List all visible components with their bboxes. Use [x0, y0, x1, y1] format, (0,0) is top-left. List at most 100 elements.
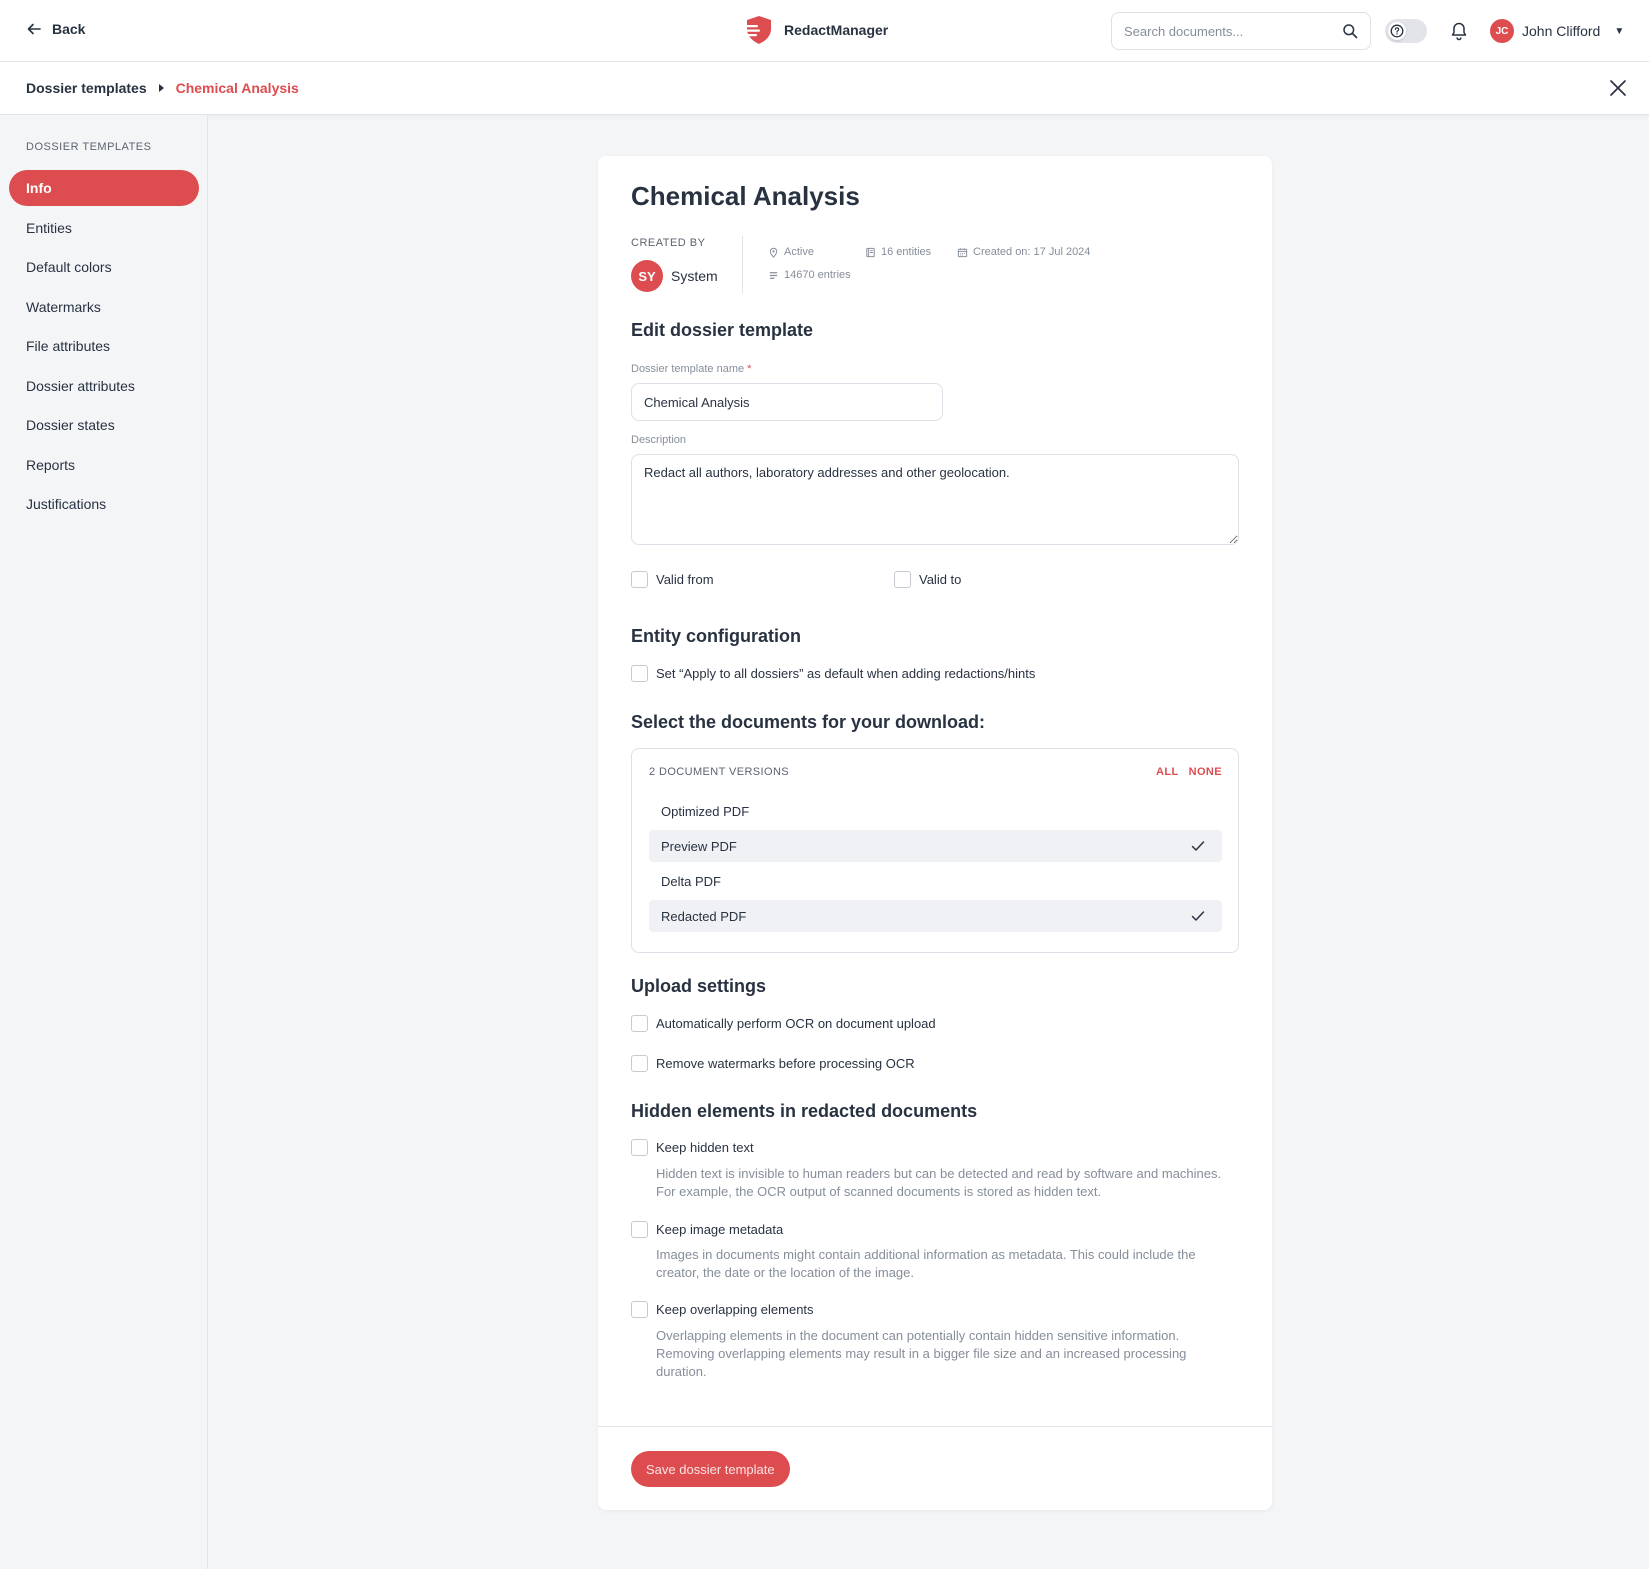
sidebar-item-default-colors[interactable]: Default colors: [9, 249, 199, 285]
sidebar-title: DOSSIER TEMPLATES: [26, 141, 152, 153]
sidebar-item-info[interactable]: Info: [9, 170, 199, 206]
version-label: Redacted PDF: [661, 908, 747, 924]
sidebar-item-dossier-states[interactable]: Dossier states: [9, 407, 199, 443]
checkbox-box[interactable]: [631, 571, 648, 588]
help-mode-toggle[interactable]: [1385, 19, 1427, 43]
caret-down-icon: ▼: [1614, 25, 1625, 37]
brand-logo-icon: [745, 16, 771, 44]
brand[interactable]: RedactManager: [744, 15, 888, 45]
brand-name: RedactManager: [784, 22, 889, 38]
back-button[interactable]: Back: [26, 21, 85, 37]
template-name-input[interactable]: [631, 383, 943, 421]
calendar-icon: [957, 247, 968, 257]
user-name: John Clifford: [1522, 23, 1601, 39]
remove-watermarks-checkbox[interactable]: Remove watermarks before processing OCR: [631, 1055, 915, 1072]
image-metadata-help: Images in documents might contain additi…: [656, 1247, 1196, 1280]
valid-to-label: Valid to: [919, 572, 962, 587]
sidebar-item-label: Default colors: [26, 259, 112, 275]
sidebar-item-label: Entities: [26, 219, 72, 236]
keep-overlapping-label: Keep overlapping elements: [656, 1302, 814, 1317]
versions-count: 2 DOCUMENT VERSIONS: [649, 766, 790, 778]
checkbox-box[interactable]: [631, 1055, 648, 1072]
page-title: Chemical Analysis: [631, 181, 860, 211]
status-meta: Active: [768, 246, 814, 258]
sidebar-item-file-attributes[interactable]: File attributes: [9, 328, 199, 364]
sidebar-item-label: Dossier attributes: [26, 377, 135, 394]
sidebar-item-label: Watermarks: [26, 298, 101, 315]
version-preview-pdf[interactable]: Preview PDF: [649, 830, 1222, 862]
sidebar-item-dossier-attributes[interactable]: Dossier attributes: [9, 368, 199, 404]
download-section-title: Select the documents for your download:: [631, 712, 986, 732]
apply-all-dossiers-checkbox[interactable]: Set “Apply to all dossiers” as default w…: [631, 665, 1035, 682]
card-footer-divider: [598, 1426, 1272, 1427]
description-textarea[interactable]: Redact all authors, laboratory addresses…: [631, 454, 1239, 545]
close-icon[interactable]: [1608, 78, 1628, 98]
sidebar-item-label: Justifications: [26, 496, 107, 512]
version-redacted-pdf[interactable]: Redacted PDF: [649, 900, 1222, 932]
checkbox-box[interactable]: [631, 1015, 648, 1032]
name-field-label: Dossier template name *: [631, 363, 751, 375]
auto-ocr-checkbox[interactable]: Automatically perform OCR on document up…: [631, 1015, 936, 1032]
hidden-section-title: Hidden elements in redacted documents: [631, 1101, 978, 1121]
search-input[interactable]: [1124, 23, 1342, 39]
download-versions-box: 2 DOCUMENT VERSIONS ALL NONE Optimized P…: [631, 748, 1239, 953]
version-label: Delta PDF: [661, 873, 721, 889]
breadcrumb-arrow-icon: [158, 84, 164, 92]
checkbox-box[interactable]: [631, 665, 648, 682]
location-pin-icon: [769, 247, 778, 258]
valid-to-checkbox[interactable]: Valid to: [894, 571, 961, 588]
breadcrumb-dossier-templates[interactable]: Dossier templates: [26, 80, 147, 96]
breadcrumb-current[interactable]: Chemical Analysis: [176, 80, 299, 96]
remove-watermarks-label: Remove watermarks before processing OCR: [656, 1056, 915, 1071]
select-all-button[interactable]: ALL: [1156, 766, 1179, 778]
created-on-text: Created on: 17 Jul 2024: [973, 246, 1091, 258]
apply-all-label: Set “Apply to all dossiers” as default w…: [656, 666, 1036, 681]
arrow-left-icon: [27, 23, 41, 35]
keep-hidden-text-label: Keep hidden text: [656, 1140, 754, 1155]
keep-overlapping-checkbox[interactable]: Keep overlapping elements: [631, 1301, 814, 1318]
checkbox-box[interactable]: [631, 1221, 648, 1238]
creator-avatar: SY: [631, 260, 663, 292]
overlapping-help: Overlapping elements in the document can…: [656, 1328, 1187, 1379]
description-label: Description: [631, 434, 687, 446]
sidebar-item-watermarks[interactable]: Watermarks: [9, 289, 199, 325]
user-menu[interactable]: JC John Clifford ▼: [1490, 19, 1624, 43]
user-avatar: JC: [1490, 19, 1514, 43]
sidebar-item-justifications[interactable]: Justifications: [9, 486, 199, 522]
search-icon[interactable]: [1342, 23, 1358, 39]
help-circle-icon: [1390, 24, 1404, 38]
status-text: Active: [784, 246, 814, 258]
select-none-button[interactable]: NONE: [1189, 766, 1222, 778]
keep-hidden-text-checkbox[interactable]: Keep hidden text: [631, 1139, 754, 1156]
sidebar-item-label: Dossier states: [26, 417, 115, 433]
version-label: Optimized PDF: [661, 803, 750, 819]
save-dossier-template-button[interactable]: Save dossier template: [631, 1451, 790, 1487]
version-optimized-pdf[interactable]: Optimized PDF: [649, 795, 1222, 827]
created-on-meta: Created on: 17 Jul 2024: [957, 246, 1090, 258]
toggle-knob: [1388, 22, 1406, 40]
checkbox-box[interactable]: [631, 1301, 648, 1318]
auto-ocr-label: Automatically perform OCR on document up…: [656, 1016, 936, 1031]
select-actions: ALL NONE: [1156, 766, 1222, 778]
created-by-label: CREATED BY: [631, 237, 706, 249]
valid-from-label: Valid from: [656, 572, 714, 587]
valid-from-checkbox[interactable]: Valid from: [631, 571, 714, 588]
hidden-text-help: Hidden text is invisible to human reader…: [656, 1166, 1222, 1199]
version-label: Preview PDF: [661, 838, 737, 854]
entries-count: 14670 entries: [784, 269, 851, 281]
upload-section-title: Upload settings: [631, 976, 767, 996]
sidebar-nav: Info Entities Default colors Watermarks …: [9, 170, 199, 526]
sidebar-item-reports[interactable]: Reports: [9, 447, 199, 483]
checkbox-box[interactable]: [631, 1139, 648, 1156]
search-box[interactable]: [1111, 12, 1371, 50]
breadcrumb: Dossier templates Chemical Analysis: [26, 80, 299, 96]
breadcrumb-bar: Dossier templates Chemical Analysis: [0, 62, 1649, 115]
keep-image-metadata-checkbox[interactable]: Keep image metadata: [631, 1221, 783, 1238]
back-label: Back: [52, 21, 86, 37]
checkbox-box[interactable]: [894, 571, 911, 588]
sidebar-item-entities[interactable]: Entities: [9, 210, 199, 246]
bell-icon[interactable]: [1450, 21, 1468, 41]
keep-image-metadata-label: Keep image metadata: [656, 1222, 784, 1237]
list-icon: [769, 271, 778, 279]
version-delta-pdf[interactable]: Delta PDF: [649, 865, 1222, 897]
